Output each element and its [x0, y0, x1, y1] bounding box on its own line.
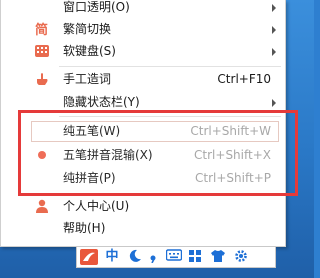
menu-item-wubi-pinyin-mixed[interactable]: 五笔拼音混输(X) Ctrl+Shift+X — [1, 144, 285, 166]
submenu-arrow-icon — [272, 48, 276, 56]
menu-item-label: 帮助(H) — [63, 221, 106, 235]
submenu-arrow-icon — [272, 4, 276, 12]
svg-text:简: 简 — [35, 22, 48, 36]
menu-separator — [59, 66, 281, 67]
menu-item-label: 隐藏状态栏(Y) — [63, 95, 140, 109]
menu-item-help[interactable]: 帮助(H) — [1, 217, 285, 239]
menu-item-label: 手工造词 — [63, 72, 112, 86]
menu-item-label: 纯五笔(W) — [63, 124, 121, 138]
menu-item-pure-wubi[interactable]: 纯五笔(W) Ctrl+Shift+W — [1, 120, 285, 142]
menu-item-label: 纯拼音(P) — [63, 171, 116, 185]
menu-item-label: 个人中心(U) — [63, 199, 130, 213]
menu-item-personal-center[interactable]: 个人中心(U) — [1, 195, 285, 217]
menu-item-label: 五笔拼音混输(X) — [63, 148, 153, 162]
menu-item-shortcut: Ctrl+Shift+P — [195, 171, 271, 185]
menu-separator — [59, 116, 281, 117]
menu-item-shortcut: Ctrl+Shift+X — [194, 148, 271, 162]
comma-icon[interactable] — [147, 249, 161, 265]
menu-item-shortcut: Ctrl+Shift+W — [190, 124, 271, 138]
menu-item-label: 窗口透明(O) — [63, 0, 130, 14]
submenu-arrow-icon — [272, 99, 276, 107]
menu-item-soft-keyboard[interactable]: 软键盘(S) — [1, 40, 285, 62]
menu-item-pure-pinyin[interactable]: 纯拼音(P) Ctrl+Shift+P — [1, 167, 285, 189]
menu-item-window-transparency[interactable]: 窗口透明(O) — [1, 0, 285, 18]
keyboard-icon — [35, 44, 49, 58]
shirt-icon[interactable] — [209, 249, 227, 265]
chinese-mode-toggle[interactable]: 中 — [103, 249, 121, 265]
menu-item-label: 软键盘(S) — [63, 44, 116, 58]
user-icon — [35, 199, 49, 213]
gear-icon[interactable] — [233, 249, 249, 265]
moon-icon[interactable] — [127, 249, 143, 265]
traditional-simplified-icon: 简 — [35, 22, 49, 36]
ime-context-menu: 窗口透明(O) 简 繁简切换 软键盘(S) 手工造词 Ctrl+F10 隐藏状态… — [0, 0, 286, 247]
menu-item-traditional-simplified[interactable]: 简 繁简切换 — [1, 18, 285, 40]
hand-pointer-icon — [35, 72, 49, 86]
radio-selected-icon — [35, 148, 49, 162]
ime-status-bar: 中 — [76, 246, 276, 268]
keyboard-icon[interactable] — [165, 249, 183, 265]
menu-item-manual-word[interactable]: 手工造词 Ctrl+F10 — [1, 68, 285, 90]
submenu-arrow-icon — [272, 26, 276, 34]
ime-logo-icon[interactable] — [80, 249, 98, 265]
grid-icon[interactable] — [187, 249, 203, 265]
menu-item-hide-statusbar[interactable]: 隐藏状态栏(Y) — [1, 91, 285, 113]
menu-item-shortcut: Ctrl+F10 — [217, 72, 271, 86]
menu-item-label: 繁简切换 — [63, 22, 112, 36]
